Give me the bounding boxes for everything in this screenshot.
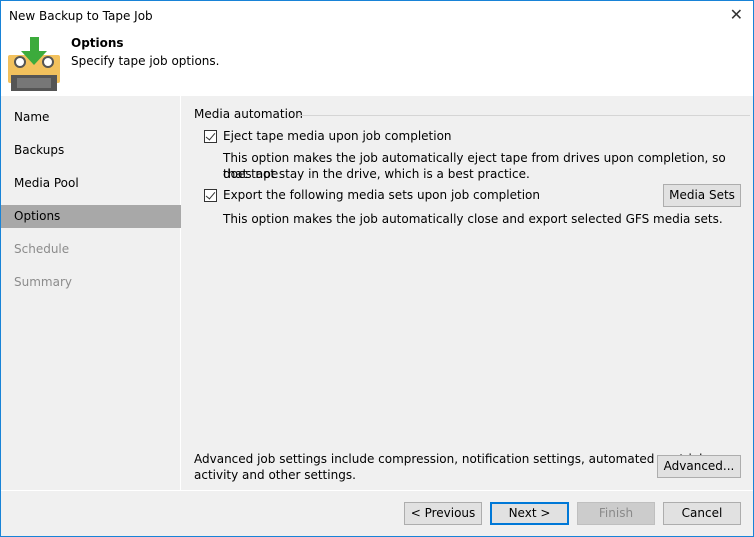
footer-divider xyxy=(1,490,753,491)
export-media-sets-desc: This option makes the job automatically … xyxy=(223,212,723,226)
window-title: New Backup to Tape Job xyxy=(9,9,153,23)
options-panel: Media automation Eject tape media upon j… xyxy=(182,96,753,490)
export-media-sets-label[interactable]: Export the following media sets upon job… xyxy=(223,188,540,202)
step-summary: Summary xyxy=(14,275,72,289)
previous-button[interactable]: < Previous xyxy=(404,502,482,525)
page-subtitle: Specify tape job options. xyxy=(71,54,220,68)
media-sets-button[interactable]: Media Sets xyxy=(663,184,741,207)
step-backups[interactable]: Backups xyxy=(1,139,181,162)
wizard-window: New Backup to Tape Job ✕ Options Specify… xyxy=(0,0,754,537)
step-schedule: Schedule xyxy=(14,242,70,256)
group-divider xyxy=(298,115,750,116)
media-automation-group-label: Media automation xyxy=(194,107,303,121)
page-title: Options xyxy=(71,36,124,50)
step-media-pool[interactable]: Media Pool xyxy=(1,172,181,195)
export-media-sets-checkbox[interactable] xyxy=(204,189,217,202)
eject-tape-desc-2: does not stay in the drive, which is a b… xyxy=(223,167,530,181)
finish-button: Finish xyxy=(577,502,655,525)
next-button[interactable]: Next > xyxy=(490,502,569,525)
advanced-button[interactable]: Advanced... xyxy=(657,455,741,478)
step-name[interactable]: Name xyxy=(1,106,181,129)
eject-tape-checkbox[interactable] xyxy=(204,130,217,143)
wizard-steps: Name Backups Media Pool Options Schedule… xyxy=(1,96,181,490)
advanced-desc-2: activity and other settings. xyxy=(194,468,356,482)
tape-job-icon xyxy=(8,37,60,91)
cancel-button[interactable]: Cancel xyxy=(663,502,741,525)
eject-tape-label[interactable]: Eject tape media upon job completion xyxy=(223,129,452,143)
wizard-header: Options Specify tape job options. xyxy=(1,31,753,96)
advanced-desc-1: Advanced job settings include compressio… xyxy=(194,452,707,466)
title-bar: New Backup to Tape Job ✕ xyxy=(1,1,753,31)
close-icon[interactable]: ✕ xyxy=(730,5,743,24)
step-options[interactable]: Options xyxy=(1,205,181,228)
